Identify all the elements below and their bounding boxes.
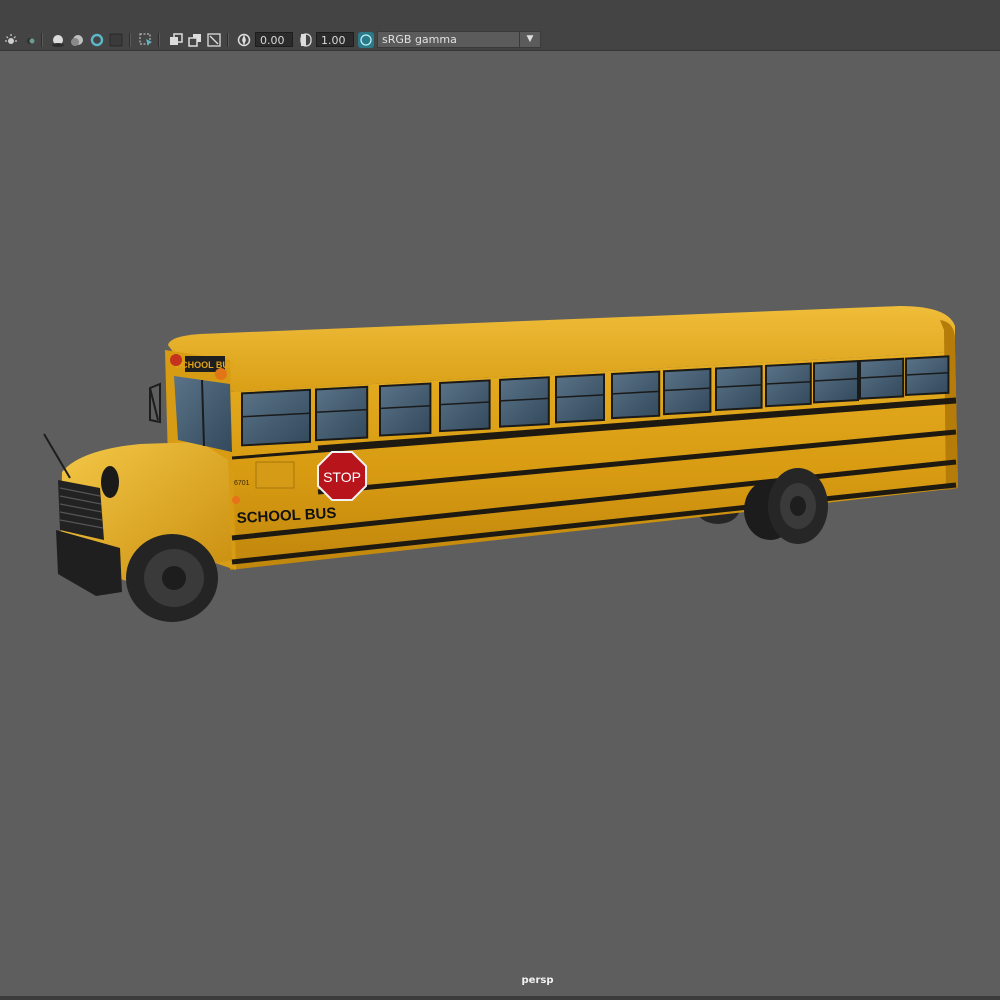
toolbar-separator (41, 33, 43, 47)
antialias-icon[interactable] (89, 32, 105, 48)
bus-window (499, 376, 550, 428)
toolbar-separator (227, 33, 229, 47)
bus-window (611, 370, 661, 420)
header-text: SCHOOL BUS (175, 360, 235, 370)
warning-light (215, 368, 227, 380)
exposure-icon[interactable] (236, 32, 252, 48)
bus-window (765, 362, 812, 408)
light-icon[interactable] (3, 32, 19, 48)
bus-window (555, 373, 605, 424)
bus-window (663, 367, 712, 416)
stop-sign: STOP (317, 451, 367, 501)
toolbar-separator (158, 33, 160, 47)
bus-window (715, 365, 763, 412)
bus-window (439, 379, 491, 433)
texture-icon[interactable] (108, 32, 124, 48)
isolate-select-icon[interactable] (138, 32, 154, 48)
color-space-dropdown[interactable]: sRGB gamma ▼ (377, 31, 541, 48)
bounding-box-icon[interactable] (206, 32, 222, 48)
menu-bar (0, 0, 1000, 31)
ambient-occlusion-icon[interactable] (50, 32, 66, 48)
door-panel (255, 461, 295, 489)
toolbar-separator (129, 33, 131, 47)
gamma-icon[interactable] (298, 32, 314, 48)
color-management-icon[interactable] (358, 32, 374, 48)
gamma-field[interactable]: 1.00 (316, 32, 354, 47)
bus-window (813, 360, 859, 404)
color-space-label: sRGB gamma (382, 33, 457, 46)
3d-viewport[interactable]: SCHOOL BUS STOP SCHOOL BUS 6701 (0, 51, 1000, 997)
bus-window (315, 385, 369, 442)
viewport-scene[interactable]: SCHOOL BUS STOP SCHOOL BUS 6701 (0, 51, 1000, 997)
front-wheel (126, 534, 218, 622)
headlight (101, 466, 119, 498)
shadow-icon[interactable] (22, 32, 38, 48)
school-bus-model[interactable]: SCHOOL BUS STOP SCHOOL BUS 6701 (43, 306, 958, 622)
marker-light (232, 496, 240, 504)
motion-blur-icon[interactable] (69, 32, 85, 48)
exposure-field[interactable]: 0.00 (255, 32, 293, 47)
stop-sign-text: STOP (323, 469, 361, 485)
status-bar (0, 996, 1000, 1000)
camera-name: persp (521, 975, 554, 986)
bus-window (859, 357, 905, 400)
bus-window (241, 388, 311, 447)
chevron-down-icon[interactable]: ▼ (519, 32, 540, 47)
bus-window (379, 382, 432, 437)
warning-light (170, 354, 182, 366)
xray-icon[interactable] (168, 32, 184, 48)
viewport-toolbar: 0.00 1.00 sRGB gamma ▼ (0, 30, 1000, 51)
wireframe-icon[interactable] (187, 32, 203, 48)
fleet-number: 6701 (234, 480, 250, 487)
bus-window (905, 355, 950, 397)
